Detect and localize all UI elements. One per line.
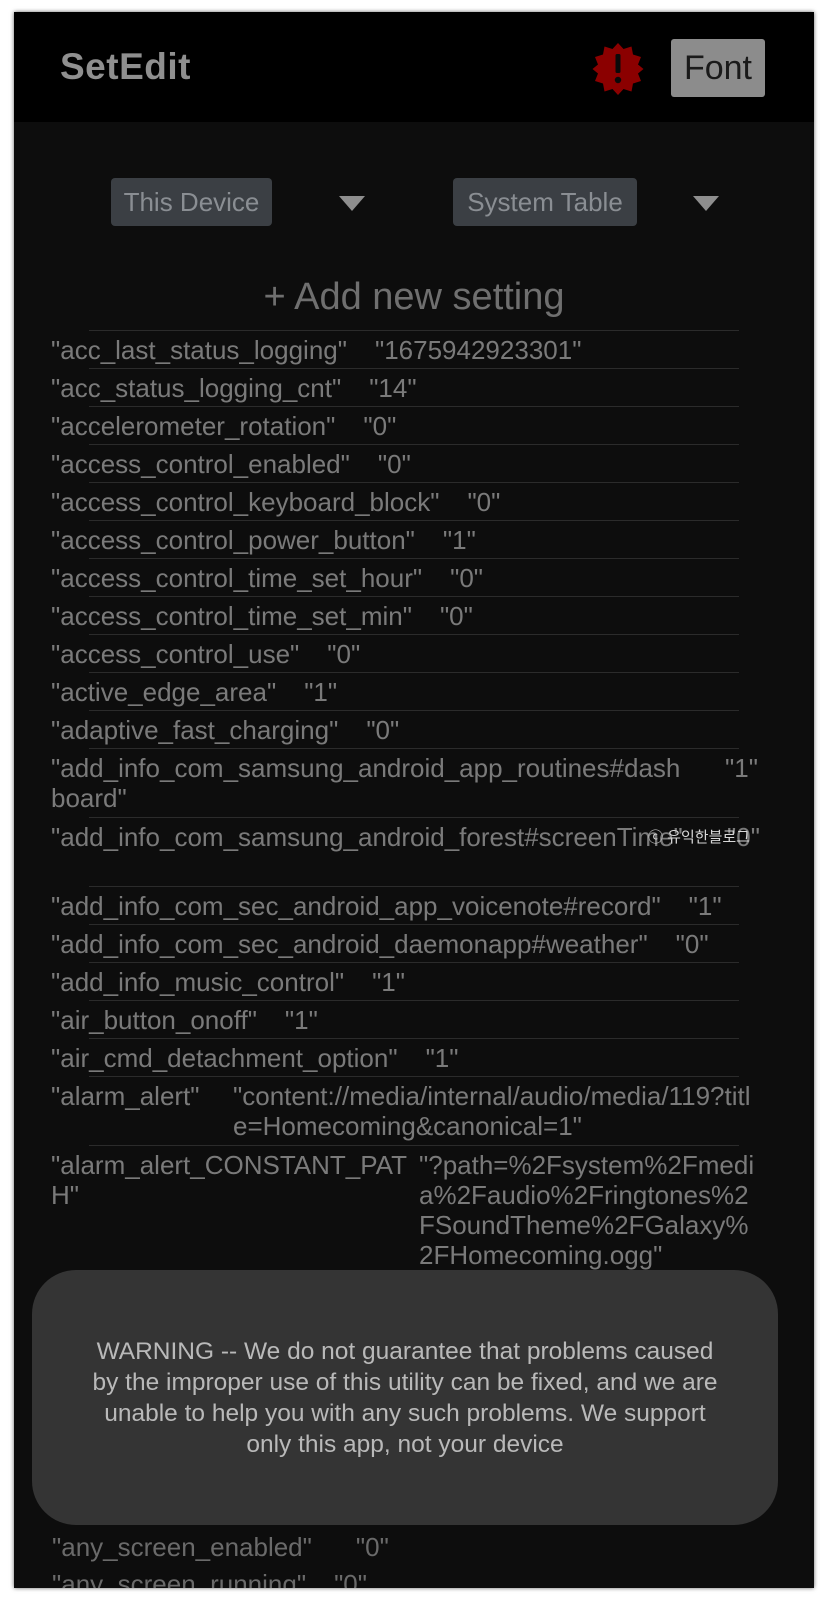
setting-name: "alarm_alert" xyxy=(51,1081,200,1111)
setting-row-partial[interactable]: "any_screen_running" "0" xyxy=(52,1569,367,1588)
setting-value: "0" xyxy=(439,601,473,631)
setting-row[interactable]: "access_control_time_set_hour" "0" xyxy=(51,558,739,596)
setting-name: "access_control_time_set_hour" xyxy=(51,563,423,593)
setting-row[interactable]: "access_control_keyboard_block" "0" xyxy=(51,482,739,520)
setting-row[interactable]: "adaptive_fast_charging" "0" xyxy=(51,710,739,748)
setting-name: "add_info_com_sec_android_daemonapp#weat… xyxy=(51,929,648,959)
setting-name: "alarm_alert_CONSTANT_PATH" xyxy=(51,1150,407,1210)
setting-name: "acc_status_logging_cnt" xyxy=(51,373,342,403)
warning-toast-text: WARNING -- We do not guarantee that prob… xyxy=(92,1337,718,1458)
setting-name: "any_screen_enabled" xyxy=(52,1532,312,1562)
app-title: SetEdit xyxy=(60,46,191,87)
settings-list: "acc_last_status_logging" "1675942923301"… xyxy=(14,330,814,1276)
setting-value: "1" xyxy=(284,1005,318,1035)
setting-row[interactable]: "access_control_enabled" "0" xyxy=(51,444,739,482)
setting-value: "0" xyxy=(450,563,484,593)
setting-value: "1" xyxy=(425,1043,459,1073)
setting-name: "access_control_time_set_min" xyxy=(51,601,412,631)
warning-toast: WARNING -- We do not guarantee that prob… xyxy=(32,1270,778,1525)
setting-name: "add_info_com_sec_android_app_voicenote#… xyxy=(51,891,661,921)
add-new-setting-button[interactable]: + Add new setting xyxy=(14,276,814,319)
setting-name: "access_control_enabled" xyxy=(51,449,350,479)
setting-row[interactable]: "add_info_com_samsung_android_app_routin… xyxy=(51,748,758,817)
setting-value: "1" xyxy=(304,677,338,707)
setting-value: "1" xyxy=(372,967,405,997)
setting-row[interactable]: "alarm_alert_CONSTANT_PATH" "?path=%2Fsy… xyxy=(51,1145,754,1276)
device-select[interactable]: This Device xyxy=(111,178,272,226)
app-window: SetEdit Font This Device System Table + … xyxy=(14,12,814,1588)
watermark-text: ⓒ 유익한블로그 xyxy=(648,829,750,846)
setting-name: "air_cmd_detachment_option" xyxy=(51,1043,398,1073)
setting-value: "0" xyxy=(467,487,501,517)
setting-name: "active_edge_area" xyxy=(51,677,277,707)
setting-row[interactable]: "add_info_music_control" "1" xyxy=(51,962,739,1000)
setting-value: "0" xyxy=(675,929,709,959)
setting-row[interactable]: "acc_status_logging_cnt" "14" xyxy=(51,368,739,406)
setting-value: "0" xyxy=(355,1532,389,1562)
table-select[interactable]: System Table xyxy=(453,178,637,226)
setting-row[interactable]: "active_edge_area" "1" xyxy=(51,672,739,710)
setting-value: "0" xyxy=(363,411,397,441)
setting-name: "any_screen_running" xyxy=(52,1569,307,1588)
setting-value: "0" xyxy=(327,639,361,669)
setting-name: "add_info_com_samsung_android_forest#scr… xyxy=(51,822,683,852)
setting-value: "1675942923301" xyxy=(374,335,582,365)
setting-name: "adaptive_fast_charging" xyxy=(51,715,339,745)
setting-row[interactable]: "air_cmd_detachment_option" "1" xyxy=(51,1038,739,1076)
setting-name: "accelerometer_rotation" xyxy=(51,411,336,441)
setting-value: "0" xyxy=(377,449,411,479)
font-button[interactable]: Font xyxy=(671,39,765,97)
setting-value: "14" xyxy=(369,373,417,403)
setting-row[interactable]: "access_control_power_button" "1" xyxy=(51,520,739,558)
setting-row[interactable]: "accelerometer_rotation" "0" xyxy=(51,406,739,444)
app-bar: SetEdit Font xyxy=(14,12,814,122)
setting-name: "add_info_music_control" xyxy=(51,967,345,997)
device-dropdown-arrow-icon[interactable] xyxy=(339,196,365,211)
setting-row[interactable]: "add_info_com_sec_android_daemonapp#weat… xyxy=(51,924,739,962)
setting-row[interactable]: "access_control_use" "0" xyxy=(51,634,739,672)
setting-row[interactable]: "access_control_time_set_min" "0" xyxy=(51,596,739,634)
setting-row[interactable]: "alarm_alert" "content://media/internal/… xyxy=(51,1076,751,1145)
setting-value: "?path=%2Fsystem%2Fmedia%2Faudio%2Fringt… xyxy=(419,1150,755,1270)
setting-row[interactable]: "add_info_com_sec_android_app_voicenote#… xyxy=(51,886,739,924)
setting-name: "acc_last_status_logging" xyxy=(51,335,347,365)
setting-value: "content://media/internal/audio/media/11… xyxy=(233,1081,751,1141)
table-dropdown-arrow-icon[interactable] xyxy=(693,196,719,211)
setting-name: "access_control_keyboard_block" xyxy=(51,487,440,517)
setting-row[interactable]: "add_info_com_samsung_android_forest#scr… xyxy=(51,817,760,886)
setting-value: "1" xyxy=(688,891,722,921)
setting-name: "add_info_com_samsung_android_app_routin… xyxy=(51,753,681,813)
setting-value: "0" xyxy=(366,715,400,745)
setting-value: "1" xyxy=(725,753,758,783)
setting-name: "air_button_onoff" xyxy=(51,1005,257,1035)
setting-value: "1" xyxy=(442,525,476,555)
setting-name: "access_control_power_button" xyxy=(51,525,415,555)
setting-row-partial[interactable]: "any_screen_enabled" "0" xyxy=(52,1532,389,1563)
setting-row[interactable]: "air_button_onoff" "1" xyxy=(51,1000,739,1038)
setting-row[interactable]: "acc_last_status_logging" "1675942923301" xyxy=(51,330,739,368)
setting-name: "access_control_use" xyxy=(51,639,300,669)
setting-value: "0" xyxy=(334,1569,367,1588)
alert-badge-icon[interactable] xyxy=(591,42,645,96)
